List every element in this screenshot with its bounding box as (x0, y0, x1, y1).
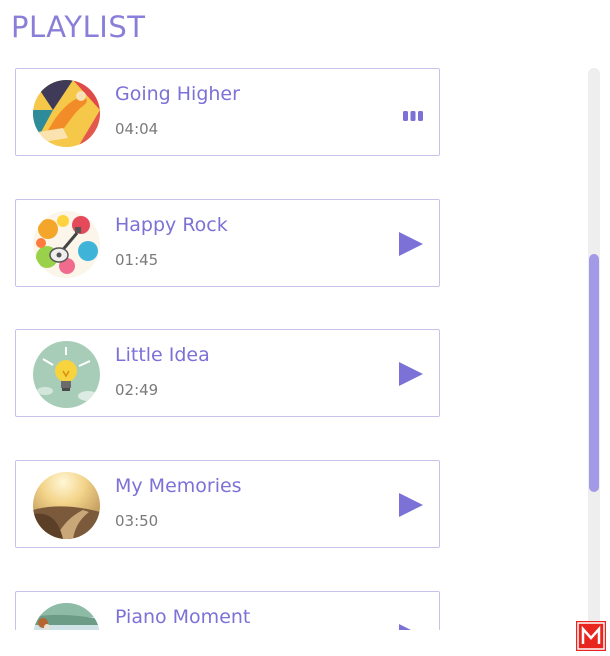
play-icon[interactable] (397, 361, 425, 387)
page-title: PLAYLIST (11, 10, 146, 44)
song-duration: 04:04 (115, 120, 159, 138)
playlist-item-happy-rock[interactable]: Happy Rock 01:45 (15, 199, 440, 287)
play-icon[interactable] (397, 623, 425, 630)
piano-scene-cover-icon (33, 603, 100, 630)
playlist-item-piano-moment[interactable]: Piano Moment (15, 591, 440, 630)
lightbulb-cover-icon (33, 341, 100, 408)
equalizer-icon[interactable] (402, 107, 424, 121)
song-title: Little Idea (115, 344, 210, 366)
playlist-item-little-idea[interactable]: Little Idea 02:49 (15, 329, 440, 417)
road-sunset-cover-icon (33, 472, 100, 539)
song-title: Piano Moment (115, 606, 251, 628)
song-duration: 02:49 (115, 381, 159, 399)
playlist-item-my-memories[interactable]: My Memories 03:50 (15, 460, 440, 548)
playlist[interactable]: Going Higher 04:04 Happy Rock 01:45 Litt… (0, 60, 600, 630)
abstract-runner-cover-icon (33, 80, 100, 147)
playlist-item-going-higher[interactable]: Going Higher 04:04 (15, 68, 440, 156)
play-icon[interactable] (397, 492, 425, 518)
song-title: Going Higher (115, 83, 240, 105)
scrollbar-thumb[interactable] (589, 254, 599, 492)
guitar-splash-cover-icon (33, 211, 100, 278)
song-title: Happy Rock (115, 214, 228, 236)
song-duration: 01:45 (115, 251, 159, 269)
song-title: My Memories (115, 475, 242, 497)
play-icon[interactable] (397, 231, 425, 257)
song-duration: 03:50 (115, 512, 159, 530)
m-logo-icon (576, 621, 606, 651)
